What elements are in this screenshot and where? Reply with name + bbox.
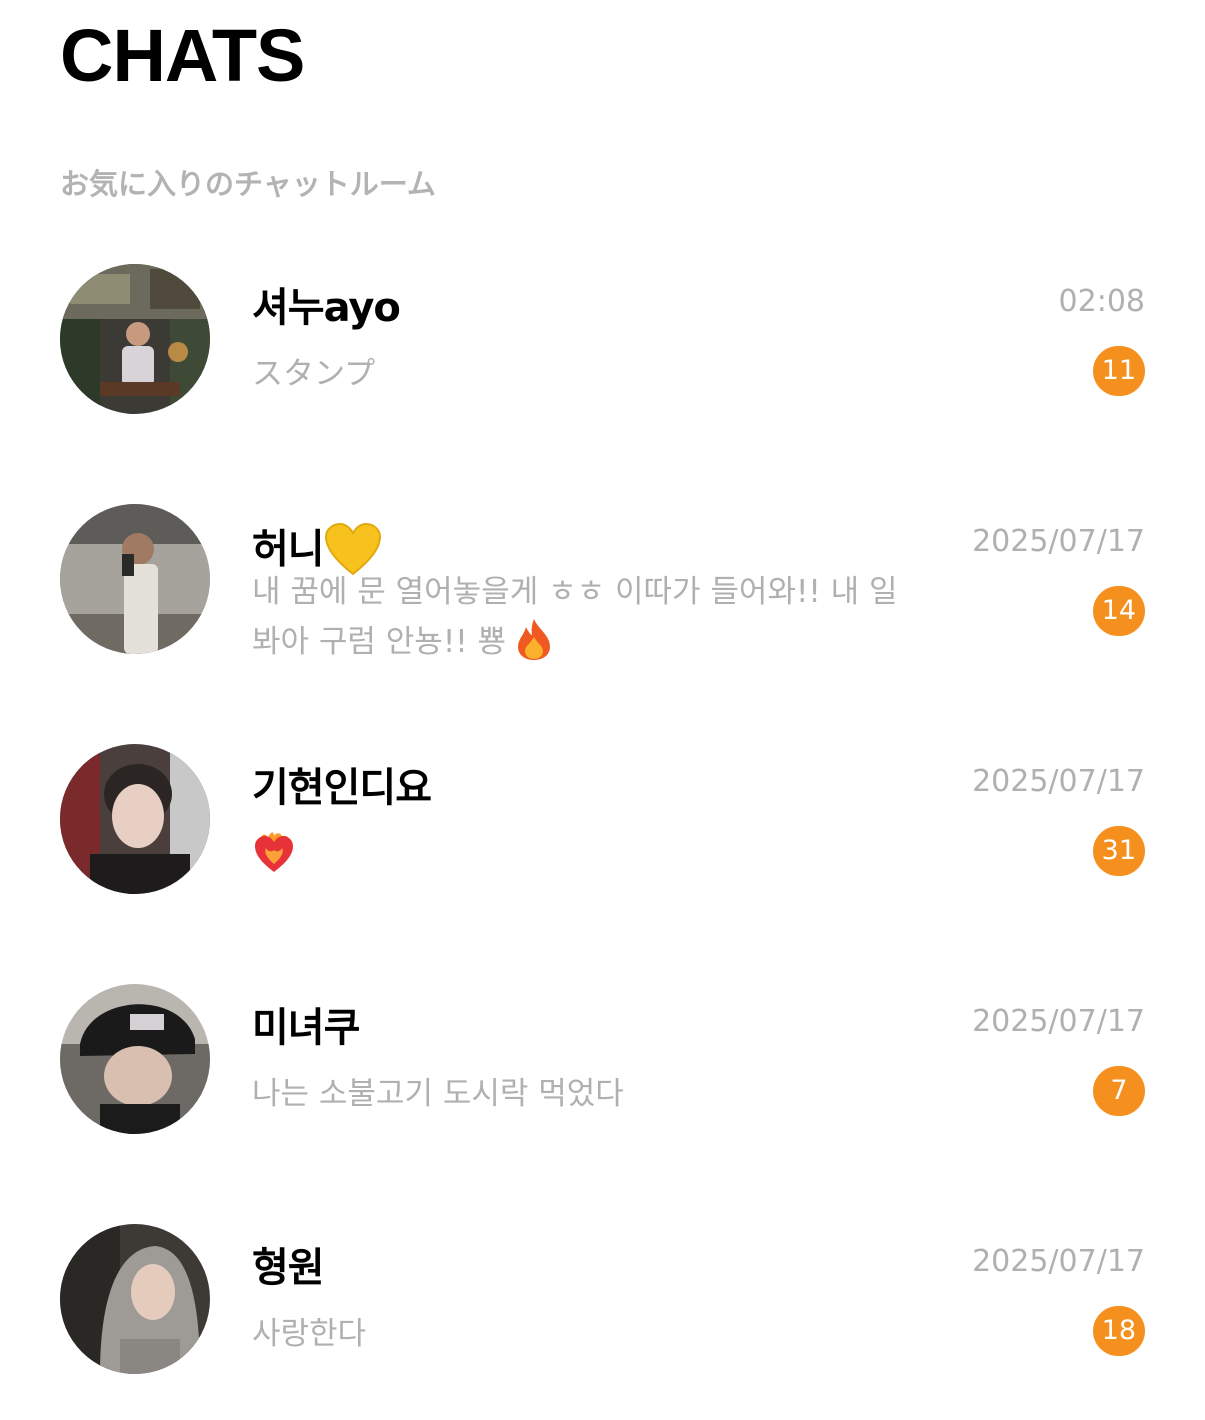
avatar[interactable] xyxy=(60,264,210,414)
chat-row-2[interactable]: 허니 내 꿈에 문 열어놓을게 ㅎㅎ 이따가 들어와!! 내 일봐아 구럼 안뇽… xyxy=(0,500,1205,700)
chat-time: 02:08 xyxy=(1058,284,1145,319)
heart-on-fire-icon xyxy=(252,830,296,883)
chat-preview: 사랑한다 xyxy=(252,1316,367,1352)
chat-time: 2025/07/17 xyxy=(972,1004,1145,1039)
unread-badge: 18 xyxy=(1092,1306,1145,1356)
chat-time: 2025/07/17 xyxy=(972,524,1145,559)
avatar[interactable] xyxy=(60,1224,210,1374)
chat-name: 미녀쿠 xyxy=(252,1005,360,1051)
chat-preview xyxy=(252,830,917,883)
chat-preview: スタンプ xyxy=(252,356,376,392)
chat-time: 2025/07/17 xyxy=(972,764,1145,799)
chat-row-1[interactable]: 셔누ayo スタンプ 02:08 11 xyxy=(0,260,1205,460)
unread-badge: 14 xyxy=(1092,586,1145,636)
chat-row-4[interactable]: 미녀쿠 나는 소불고기 도시락 먹었다 2025/07/17 7 xyxy=(0,980,1205,1180)
chat-name: 형원 xyxy=(252,1245,325,1291)
chat-time: 2025/07/17 xyxy=(972,1244,1145,1279)
unread-badge: 7 xyxy=(1093,1066,1145,1116)
chat-preview: 나는 소불고기 도시락 먹었다 xyxy=(252,1076,624,1112)
unread-badge: 31 xyxy=(1092,826,1145,876)
avatar[interactable] xyxy=(60,984,210,1134)
chat-preview: 내 꿈에 문 열어놓을게 ㅎㅎ 이따가 들어와!! 내 일봐아 구럼 안뇽!! … xyxy=(252,568,917,670)
avatar[interactable] xyxy=(60,504,210,654)
chat-row-5[interactable]: 형원 사랑한다 2025/07/17 18 xyxy=(0,1220,1205,1420)
chat-list: 셔누ayo スタンプ 02:08 11 허니 내 꿈에 문 열어놓을게 ㅎㅎ 이… xyxy=(0,0,1205,1420)
chat-row-3[interactable]: 기현인디요 2025/07/17 31 xyxy=(0,740,1205,940)
chat-preview-text: 내 꿈에 문 열어놓을게 ㅎㅎ 이따가 들어와!! 내 일봐아 구럼 안뇽!! … xyxy=(252,574,898,660)
avatar[interactable] xyxy=(60,744,210,894)
chat-name: 셔누ayo xyxy=(252,285,401,331)
chat-name: 기현인디요 xyxy=(252,765,432,811)
unread-badge: 11 xyxy=(1092,346,1145,396)
fire-icon xyxy=(516,617,552,670)
chat-name-text: 허니 xyxy=(252,526,325,573)
